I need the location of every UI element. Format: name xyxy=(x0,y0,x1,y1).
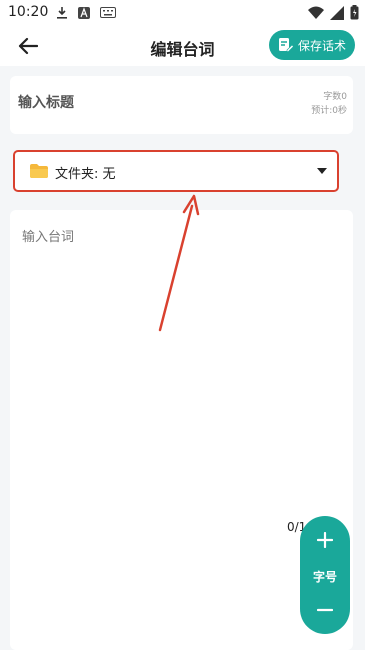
folder-label: 文件夹: 无 xyxy=(55,167,116,182)
status-icons-right xyxy=(308,5,359,20)
title-card: 字数0 预计:0秒 xyxy=(10,76,353,134)
stats: 字数0 预计:0秒 xyxy=(311,90,347,118)
keyboard-icon xyxy=(100,7,116,18)
battery-icon xyxy=(350,5,359,20)
char-count: 字数0 xyxy=(323,92,347,102)
status-time: 10:20 xyxy=(8,4,49,20)
title-input[interactable] xyxy=(16,94,270,112)
wifi-icon xyxy=(308,6,324,19)
signal-icon xyxy=(330,5,344,20)
plus-icon xyxy=(317,532,333,548)
font-increase-button[interactable] xyxy=(300,526,350,554)
folder-select[interactable]: 文件夹: 无 xyxy=(13,150,339,192)
dropdown-caret-icon xyxy=(317,168,327,174)
font-size-label: 字号 xyxy=(312,570,337,584)
download-icon xyxy=(57,7,67,19)
save-doc-icon xyxy=(278,38,294,52)
estimated-time: 预计:0秒 xyxy=(311,106,347,116)
status-icons-left xyxy=(56,6,116,19)
folder-icon xyxy=(30,164,48,178)
minus-icon xyxy=(317,608,333,612)
save-button-label: 保存话术 xyxy=(297,38,346,53)
status-bar: 10:20 xyxy=(0,0,365,26)
font-app-icon xyxy=(78,6,90,19)
script-content-input[interactable] xyxy=(20,224,304,508)
app-header: 编辑台词 保存话术 xyxy=(0,26,365,66)
save-script-button[interactable]: 保存话术 xyxy=(269,30,355,60)
font-decrease-button[interactable] xyxy=(300,596,350,624)
font-size-panel: 字号 xyxy=(300,516,350,634)
